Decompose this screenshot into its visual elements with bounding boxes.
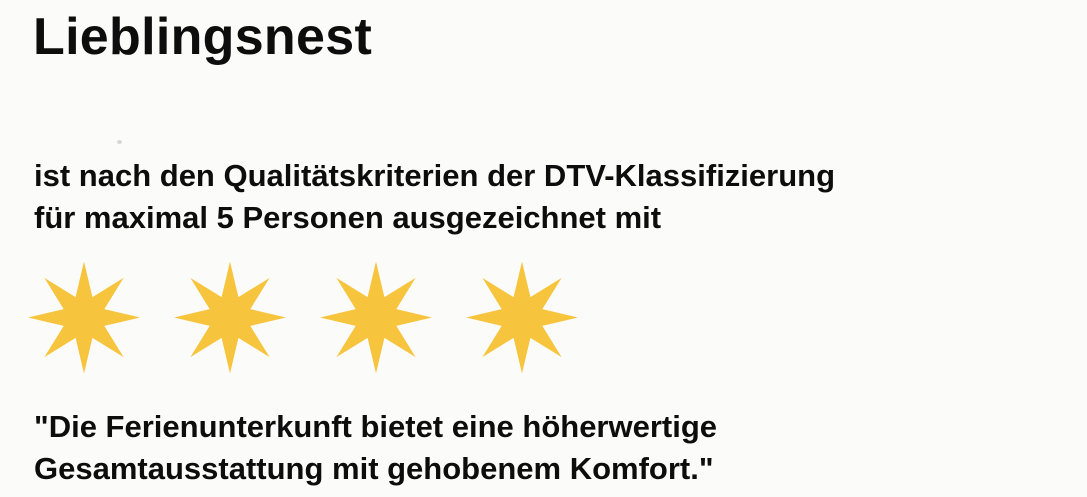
scan-speck: [117, 140, 122, 144]
star-icon: [28, 261, 140, 374]
star-icon: [320, 261, 432, 374]
statement-line: für maximal 5 Personen ausgezeichnet mit: [34, 200, 662, 235]
star-icon: [174, 261, 286, 374]
quote-line: "Die Ferienunterkunft bietet eine höherw…: [34, 409, 718, 444]
star-rating: [28, 260, 578, 375]
star-icon: [466, 261, 578, 374]
classification-statement: ist nach den Qualitätskriterien der DTV-…: [34, 155, 1054, 239]
page-title: Lieblingsnest: [33, 8, 373, 66]
classification-quote: "Die Ferienunterkunft bietet eine höherw…: [34, 406, 1054, 490]
quote-line: Gesamtausstattung mit gehobenem Komfort.…: [34, 451, 714, 486]
statement-line: ist nach den Qualitätskriterien der DTV-…: [34, 158, 836, 193]
